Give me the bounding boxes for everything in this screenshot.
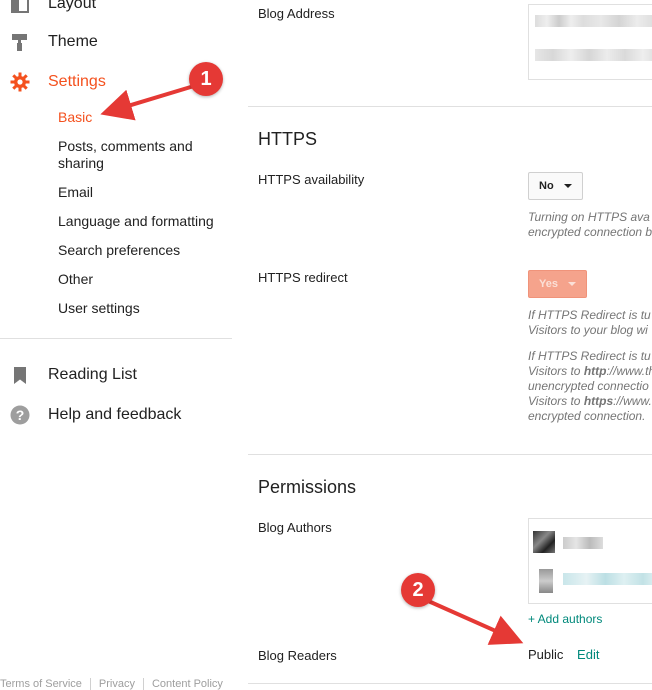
help-text: Visitors to bbox=[528, 364, 584, 378]
add-authors-link[interactable]: + Add authors bbox=[528, 612, 602, 626]
https-availability-dropdown[interactable]: No bbox=[528, 172, 583, 200]
section-divider bbox=[248, 683, 652, 684]
help-line: unencrypted connectio bbox=[528, 379, 649, 393]
chevron-down-icon bbox=[567, 282, 576, 286]
help-line: Turning on HTTPS ava bbox=[528, 210, 650, 224]
footer-separator bbox=[142, 678, 144, 690]
sidebar-subitem-other[interactable]: Other bbox=[58, 271, 93, 288]
sidebar-item-label: Reading List bbox=[48, 366, 137, 383]
blog-readers-label: Blog Readers bbox=[258, 648, 337, 663]
help-text: Visitors to bbox=[528, 394, 584, 408]
https-redirect-help-off: If HTTPS Redirect is tu Visitors to http… bbox=[528, 349, 652, 424]
avatar bbox=[539, 569, 553, 593]
permissions-section-title: Permissions bbox=[258, 477, 357, 497]
sidebar-subitem-label: Posts, comments and bbox=[58, 138, 193, 154]
dropdown-value: No bbox=[539, 180, 554, 192]
sidebar-subitem-email[interactable]: Email bbox=[58, 184, 93, 201]
bookmark-icon bbox=[10, 365, 30, 385]
blog-readers-edit-link[interactable]: Edit bbox=[577, 647, 599, 662]
https-availability-help: Turning on HTTPS ava encrypted connectio… bbox=[528, 210, 652, 240]
footer-separator bbox=[89, 678, 91, 690]
https-redirect-help-on: If HTTPS Redirect is tu Visitors to your… bbox=[528, 308, 651, 338]
blog-readers-value: Public bbox=[528, 647, 564, 662]
annotation-badge-1: 1 bbox=[189, 62, 223, 96]
help-line: encrypted connection b bbox=[528, 225, 652, 239]
help-line: Visitors to http://www.th bbox=[528, 364, 652, 379]
section-divider bbox=[248, 454, 652, 455]
sidebar-subitem-search-preferences[interactable]: Search preferences bbox=[58, 242, 180, 259]
blog-authors-label: Blog Authors bbox=[258, 520, 332, 535]
sidebar-subitem-label: sharing bbox=[58, 155, 104, 171]
paint-roller-icon bbox=[10, 32, 30, 52]
sidebar-item-label: Settings bbox=[48, 73, 106, 90]
svg-text:?: ? bbox=[16, 407, 25, 423]
sidebar-subitem-basic[interactable]: Basic bbox=[58, 109, 92, 126]
help-bold: http bbox=[583, 364, 607, 378]
terms-link[interactable]: Terms of Service bbox=[0, 678, 82, 690]
blog-authors-list bbox=[528, 518, 652, 604]
help-text: ://www.t bbox=[613, 394, 652, 408]
https-redirect-dropdown[interactable]: Yes bbox=[528, 270, 587, 298]
avatar bbox=[533, 531, 555, 553]
blurred-address-line bbox=[535, 15, 652, 27]
help-text: ://www.th bbox=[606, 364, 652, 378]
https-availability-label: HTTPS availability bbox=[258, 172, 365, 187]
layout-icon bbox=[10, 0, 30, 14]
blurred-author-name bbox=[563, 573, 652, 585]
help-line: If HTTPS Redirect is tu bbox=[528, 308, 651, 322]
section-divider bbox=[248, 106, 652, 107]
help-bold: https bbox=[583, 394, 614, 408]
help-icon: ? bbox=[10, 405, 30, 425]
blog-readers-value-row: Public Edit bbox=[528, 647, 599, 662]
sidebar-item-label: Theme bbox=[48, 33, 98, 50]
sidebar: Layout Theme Settings Basic Posts, comme… bbox=[0, 0, 232, 690]
chevron-down-icon bbox=[563, 184, 572, 188]
dropdown-value: Yes bbox=[539, 278, 558, 290]
sidebar-subitem-language[interactable]: Language and formatting bbox=[58, 213, 214, 230]
blog-address-label: Blog Address bbox=[258, 6, 335, 21]
blog-address-value[interactable] bbox=[528, 4, 652, 80]
sidebar-item-label: Layout bbox=[48, 0, 97, 12]
blurred-author-name bbox=[563, 537, 603, 549]
https-redirect-label: HTTPS redirect bbox=[258, 270, 348, 285]
blurred-address-line bbox=[535, 49, 652, 61]
sidebar-subitem-posts-comments-sharing[interactable]: Posts, comments and sharing bbox=[58, 138, 193, 172]
help-line: Visitors to https://www.t bbox=[528, 394, 652, 409]
sidebar-item-label: Help and feedback bbox=[48, 406, 182, 423]
sidebar-subitem-user-settings[interactable]: User settings bbox=[58, 300, 140, 317]
help-line: If HTTPS Redirect is tu bbox=[528, 349, 651, 363]
annotation-badge-2: 2 bbox=[401, 573, 435, 607]
settings-main: Blog Address HTTPS HTTPS availability No… bbox=[248, 0, 652, 689]
sidebar-divider bbox=[0, 338, 232, 339]
https-section-title: HTTPS bbox=[258, 129, 318, 149]
privacy-link[interactable]: Privacy bbox=[99, 678, 135, 690]
gear-icon bbox=[10, 72, 30, 92]
footer-links: Terms of Service Privacy Content Policy bbox=[0, 678, 223, 690]
help-line: Visitors to your blog wi bbox=[528, 323, 648, 337]
help-line: encrypted connection. bbox=[528, 409, 646, 423]
content-policy-link[interactable]: Content Policy bbox=[152, 678, 223, 690]
